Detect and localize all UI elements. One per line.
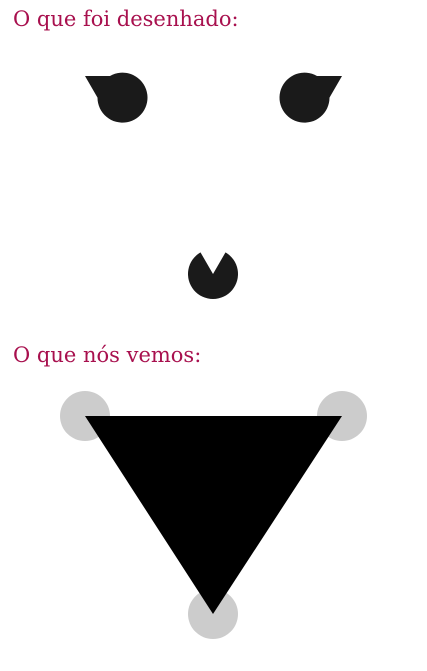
pacman-top-right — [279, 72, 342, 123]
pacman-top-left — [85, 72, 148, 123]
pacman-bottom — [187, 252, 238, 300]
illusory-triangle — [85, 416, 342, 614]
perceived-triangle-figure — [60, 391, 367, 639]
kanizsa-inducers-figure — [85, 72, 342, 300]
